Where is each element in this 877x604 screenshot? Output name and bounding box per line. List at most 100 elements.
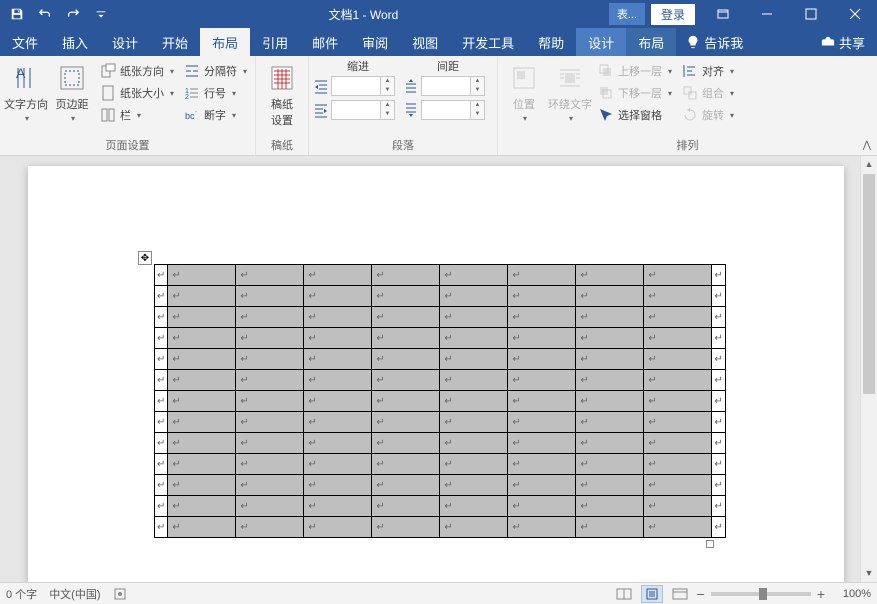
table-cell[interactable]: ↵: [576, 265, 644, 286]
table-cell[interactable]: ↵: [236, 454, 304, 475]
page[interactable]: ✥ ↵↵↵↵↵↵↵↵↵↵↵↵↵↵↵↵↵↵↵↵↵↵↵↵↵↵↵↵↵↵↵↵↵↵↵↵↵↵…: [28, 166, 844, 582]
table-cell[interactable]: ↵: [236, 349, 304, 370]
table-cell[interactable]: ↵: [644, 412, 712, 433]
align-button[interactable]: 对齐▾: [678, 60, 738, 82]
scroll-down-icon[interactable]: ▼: [861, 565, 877, 582]
table-cell[interactable]: ↵: [576, 412, 644, 433]
table-cell[interactable]: ↵: [304, 454, 372, 475]
table-cell[interactable]: ↵: [712, 475, 725, 496]
share-button[interactable]: 共享: [809, 28, 877, 56]
zoom-out-button[interactable]: −: [697, 586, 705, 602]
ribbon-display-options-button[interactable]: [701, 0, 745, 28]
table-cell[interactable]: ↵: [236, 391, 304, 412]
redo-button[interactable]: [60, 2, 86, 26]
table-cell[interactable]: ↵: [155, 349, 168, 370]
document-table[interactable]: ↵↵↵↵↵↵↵↵↵↵↵↵↵↵↵↵↵↵↵↵↵↵↵↵↵↵↵↵↵↵↵↵↵↵↵↵↵↵↵↵…: [154, 264, 726, 538]
collapse-ribbon-button[interactable]: ⋀: [863, 140, 871, 151]
language-status[interactable]: 中文(中国): [49, 586, 100, 602]
table-cell[interactable]: ↵: [508, 391, 576, 412]
group-objects-button[interactable]: 组合▾: [678, 82, 738, 104]
login-button[interactable]: 登录: [651, 4, 695, 25]
table-cell[interactable]: ↵: [712, 370, 725, 391]
table-cell[interactable]: ↵: [576, 349, 644, 370]
table-cell[interactable]: ↵: [508, 328, 576, 349]
table-cell[interactable]: ↵: [576, 496, 644, 517]
table-cell[interactable]: ↵: [712, 307, 725, 328]
send-backward-button[interactable]: 下移一层▾: [594, 82, 676, 104]
table-cell[interactable]: ↵: [576, 328, 644, 349]
table-cell[interactable]: ↵: [168, 265, 236, 286]
table-cell[interactable]: ↵: [168, 349, 236, 370]
scrollbar-thumb[interactable]: [863, 174, 875, 394]
table-cell[interactable]: ↵: [236, 475, 304, 496]
table-cell[interactable]: ↵: [712, 328, 725, 349]
minimize-button[interactable]: [745, 0, 789, 28]
table-cell[interactable]: ↵: [304, 307, 372, 328]
maximize-button[interactable]: [789, 0, 833, 28]
table-cell[interactable]: ↵: [576, 475, 644, 496]
table-cell[interactable]: ↵: [508, 307, 576, 328]
tab-insert[interactable]: 插入: [50, 28, 100, 56]
table-cell[interactable]: ↵: [236, 370, 304, 391]
table-cell[interactable]: ↵: [168, 328, 236, 349]
table-cell[interactable]: ↵: [304, 370, 372, 391]
table-cell[interactable]: ↵: [168, 412, 236, 433]
table-cell[interactable]: ↵: [440, 328, 508, 349]
table-cell[interactable]: ↵: [440, 475, 508, 496]
table-cell[interactable]: ↵: [372, 475, 440, 496]
table-cell[interactable]: ↵: [712, 517, 725, 538]
table-cell[interactable]: ↵: [155, 496, 168, 517]
table-cell[interactable]: ↵: [644, 433, 712, 454]
table-cell[interactable]: ↵: [236, 265, 304, 286]
table-cell[interactable]: ↵: [508, 433, 576, 454]
table-cell[interactable]: ↵: [155, 433, 168, 454]
table-cell[interactable]: ↵: [155, 475, 168, 496]
tell-me-search[interactable]: 告诉我: [676, 28, 753, 56]
table-cell[interactable]: ↵: [168, 475, 236, 496]
table-cell[interactable]: ↵: [155, 265, 168, 286]
table-cell[interactable]: ↵: [508, 370, 576, 391]
table-cell[interactable]: ↵: [168, 286, 236, 307]
table-cell[interactable]: ↵: [372, 412, 440, 433]
table-cell[interactable]: ↵: [155, 454, 168, 475]
table-cell[interactable]: ↵: [576, 517, 644, 538]
table-cell[interactable]: ↵: [372, 328, 440, 349]
table-cell[interactable]: ↵: [508, 265, 576, 286]
breaks-button[interactable]: 分隔符▾: [180, 60, 251, 82]
scroll-up-icon[interactable]: ▲: [861, 156, 877, 173]
table-cell[interactable]: ↵: [508, 412, 576, 433]
save-button[interactable]: [4, 2, 30, 26]
undo-button[interactable]: [32, 2, 58, 26]
table-cell[interactable]: ↵: [440, 517, 508, 538]
table-cell[interactable]: ↵: [440, 454, 508, 475]
table-cell[interactable]: ↵: [508, 517, 576, 538]
print-layout-button[interactable]: [641, 585, 663, 603]
tab-help[interactable]: 帮助: [526, 28, 576, 56]
table-cell[interactable]: ↵: [508, 286, 576, 307]
table-cell[interactable]: ↵: [372, 517, 440, 538]
tab-table-design[interactable]: 设计: [576, 28, 626, 56]
table-cell[interactable]: ↵: [440, 307, 508, 328]
position-button[interactable]: 位置▾: [502, 58, 546, 123]
table-cell[interactable]: ↵: [576, 307, 644, 328]
table-cell[interactable]: ↵: [236, 328, 304, 349]
space-before-input[interactable]: ▲▼: [421, 76, 485, 96]
read-mode-button[interactable]: [613, 585, 635, 603]
table-cell[interactable]: ↵: [440, 412, 508, 433]
table-cell[interactable]: ↵: [236, 286, 304, 307]
table-cell[interactable]: ↵: [644, 349, 712, 370]
table-cell[interactable]: ↵: [576, 454, 644, 475]
rotate-button[interactable]: 旋转▾: [678, 104, 738, 126]
table-cell[interactable]: ↵: [372, 370, 440, 391]
table-cell[interactable]: ↵: [712, 496, 725, 517]
table-cell[interactable]: ↵: [236, 412, 304, 433]
table-cell[interactable]: ↵: [508, 454, 576, 475]
table-cell[interactable]: ↵: [372, 286, 440, 307]
table-cell[interactable]: ↵: [304, 475, 372, 496]
manuscript-settings-button[interactable]: 稿纸 设置: [260, 58, 304, 128]
table-cell[interactable]: ↵: [644, 454, 712, 475]
table-cell[interactable]: ↵: [372, 349, 440, 370]
table-cell[interactable]: ↵: [168, 370, 236, 391]
table-cell[interactable]: ↵: [236, 433, 304, 454]
table-cell[interactable]: ↵: [304, 496, 372, 517]
